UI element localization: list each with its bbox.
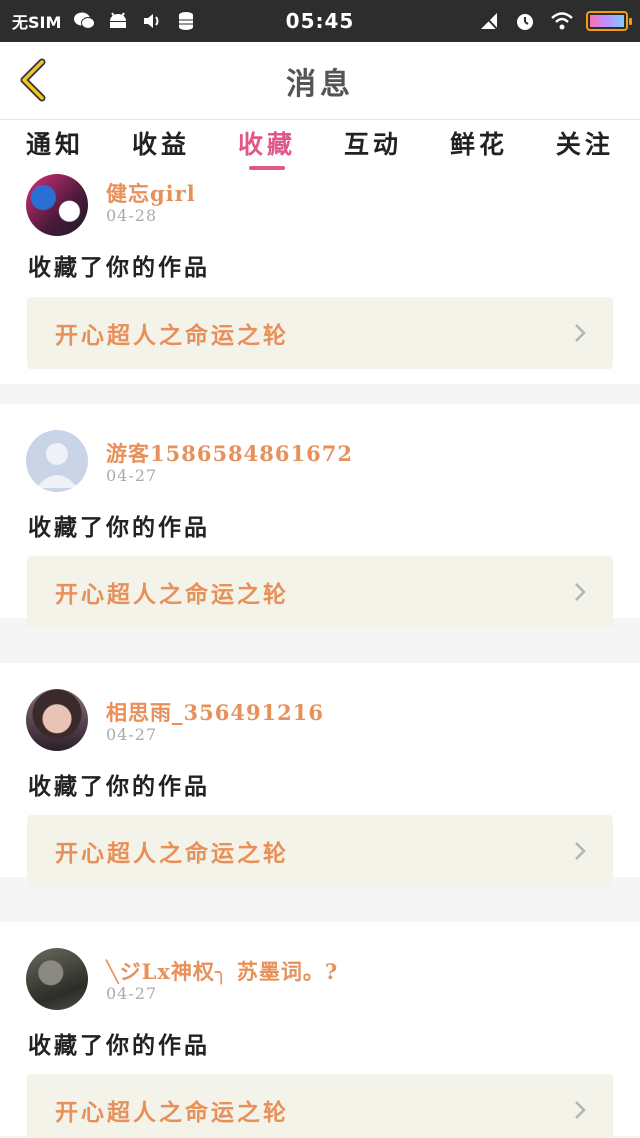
database-icon [175,10,197,32]
work-link[interactable]: 开心超人之命运之轮 [27,1074,613,1138]
message-list: 健忘girl 04-28 收藏了你的作品 开心超人之命运之轮 游客1586584… [0,172,640,1138]
default-avatar-icon [36,443,78,488]
battery-icon [586,11,632,31]
message-date: 04-27 [106,725,158,744]
username[interactable]: 相思雨_356491216 [106,697,324,727]
work-link[interactable]: 开心超人之命运之轮 [27,297,613,369]
tab-favorites[interactable]: 收藏 [238,120,296,172]
no-signal-icon [478,10,500,32]
tab-bar: 通知 收益 收藏 互动 鲜花 关注 [0,120,640,172]
tab-earnings[interactable]: 收益 [132,120,190,172]
carrier-label: 无SIM [12,13,62,32]
message-action: 收藏了你的作品 [28,1032,210,1059]
message-date: 04-27 [106,466,158,485]
chevron-right-icon [575,1101,586,1119]
chevron-right-icon [575,324,586,342]
message-action: 收藏了你的作品 [28,514,210,541]
message-date: 04-28 [106,206,158,225]
chevron-right-icon [575,842,586,860]
user-avatar[interactable] [26,689,88,751]
wechat-icon [73,10,96,32]
message-date: 04-27 [106,984,158,1003]
message-action: 收藏了你的作品 [28,773,210,800]
message-card: 游客1586584861672 04-27 收藏了你的作品 开心超人之命运之轮 [0,404,640,628]
work-title: 开心超人之命运之轮 [55,322,289,349]
work-title: 开心超人之命运之轮 [55,581,289,608]
tab-notifications[interactable]: 通知 [26,120,84,172]
message-card: 健忘girl 04-28 收藏了你的作品 开心超人之命运之轮 [0,172,640,384]
message-card: 相思雨_356491216 04-27 收藏了你的作品 开心超人之命运之轮 [0,663,640,887]
wifi-icon [550,10,573,32]
username[interactable]: 游客1586584861672 [106,438,353,468]
username[interactable]: 健忘girl [106,178,196,208]
work-title: 开心超人之命运之轮 [55,840,289,867]
work-title: 开心超人之命运之轮 [55,1099,289,1126]
back-button[interactable] [16,56,50,104]
tab-interactions[interactable]: 互动 [344,120,402,172]
work-link[interactable]: 开心超人之命运之轮 [27,815,613,887]
tab-follows[interactable]: 关注 [556,120,614,172]
page-title: 消息 [286,66,354,102]
android-icon [107,10,129,32]
volume-icon [141,10,163,32]
username[interactable]: ╲ジLx神权╮ 苏墨词。? [106,956,338,986]
chevron-right-icon [575,583,586,601]
status-bar: 无SIM 05:45 [0,0,640,42]
message-card: ╲ジLx神权╮ 苏墨词。? 04-27 收藏了你的作品 开心超人之命运之轮 [0,922,640,1138]
user-avatar[interactable] [26,948,88,1010]
user-avatar[interactable] [26,174,88,236]
alarm-icon [514,10,536,32]
back-chevron-icon [20,58,46,102]
default-avatar[interactable] [26,430,88,492]
header-bar: 消息 [0,42,640,120]
tab-flowers[interactable]: 鲜花 [450,120,508,172]
message-action: 收藏了你的作品 [28,254,210,281]
work-link[interactable]: 开心超人之命运之轮 [27,556,613,628]
